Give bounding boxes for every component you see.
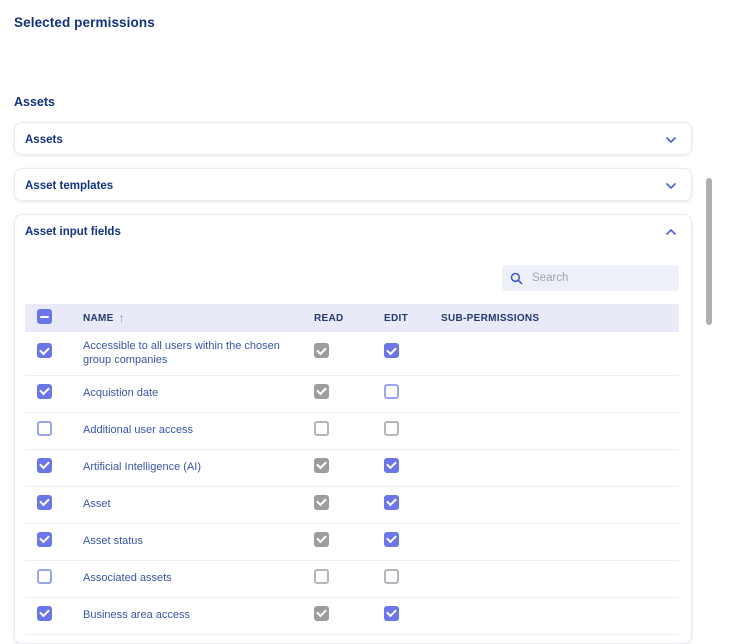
edit-checkbox[interactable] <box>384 531 399 547</box>
table-row: Accessible to all users within the chose… <box>25 332 679 376</box>
column-header-name[interactable]: NAME ↑ <box>83 311 314 325</box>
row-select-checkbox[interactable] <box>37 605 52 621</box>
column-header-sub-permissions: SUB-PERMISSIONS <box>441 312 540 324</box>
accordion-assets: Assets <box>14 122 692 155</box>
table-body: Accessible to all users within the chose… <box>25 332 679 635</box>
row-select-checkbox[interactable] <box>37 568 52 584</box>
table-row: Business area access <box>25 597 679 635</box>
accordion-label: Asset input fields <box>25 225 121 238</box>
accordion-assets-header[interactable]: Assets <box>15 123 691 156</box>
column-header-edit: EDIT <box>384 312 408 324</box>
table-row: Acquistion date <box>25 375 679 413</box>
table-header-row: NAME ↑ READ EDIT SUB-PERMISSIONS <box>25 304 679 332</box>
table-row: Asset status <box>25 523 679 561</box>
row-name: Asset status <box>83 535 143 548</box>
search-input[interactable] <box>530 271 671 285</box>
edit-checkbox[interactable] <box>384 494 399 510</box>
chevron-up-icon <box>666 228 676 235</box>
row-name: Acquistion date <box>83 387 159 400</box>
accordion-asset-templates: Asset templates <box>14 168 692 201</box>
read-checkbox <box>314 343 329 359</box>
row-name: Accessible to all users within the chose… <box>83 340 280 367</box>
row-select-checkbox[interactable] <box>37 494 52 510</box>
sort-asc-icon: ↑ <box>118 311 125 325</box>
edit-checkbox[interactable] <box>384 343 399 359</box>
row-name: Business area access <box>83 609 190 622</box>
edit-checkbox <box>384 420 399 436</box>
vertical-scrollbar-thumb[interactable] <box>706 178 712 325</box>
accordion-asset-input-fields: Asset input fields NAME ↑ READ <box>14 214 692 644</box>
read-checkbox <box>314 605 329 621</box>
row-name: Asset <box>83 498 111 511</box>
read-checkbox <box>314 531 329 547</box>
table-row: Asset <box>25 486 679 524</box>
page-title: Selected permissions <box>14 15 155 30</box>
search-box <box>502 265 679 291</box>
search-icon <box>510 272 523 284</box>
chevron-down-icon <box>666 182 676 189</box>
row-select-checkbox[interactable] <box>37 531 52 547</box>
chevron-down-icon <box>666 136 676 143</box>
read-checkbox <box>314 568 329 584</box>
accordion-asset-input-fields-header[interactable]: Asset input fields <box>15 215 691 248</box>
read-checkbox <box>314 494 329 510</box>
selected-permissions-page: Selected permissions Assets Assets Asset… <box>0 0 737 644</box>
accordion-label: Asset templates <box>25 179 114 192</box>
row-select-checkbox[interactable] <box>37 383 52 399</box>
row-name: Associated assets <box>83 572 172 585</box>
row-name: Additional user access <box>83 424 194 437</box>
edit-checkbox <box>384 568 399 584</box>
row-select-checkbox[interactable] <box>37 457 52 473</box>
row-select-checkbox[interactable] <box>37 343 52 359</box>
accordion-label: Assets <box>25 133 63 146</box>
read-checkbox <box>314 457 329 473</box>
table-row: Associated assets <box>25 560 679 598</box>
read-checkbox <box>314 383 329 399</box>
read-checkbox <box>314 420 329 436</box>
section-title-assets: Assets <box>14 95 55 109</box>
edit-checkbox[interactable] <box>384 605 399 621</box>
select-all-checkbox[interactable] <box>37 309 52 324</box>
edit-checkbox[interactable] <box>384 457 399 473</box>
column-header-read: READ <box>314 312 344 324</box>
edit-checkbox[interactable] <box>384 383 399 399</box>
permissions-table: NAME ↑ READ EDIT SUB-PERMISSIONS Accessi… <box>25 304 679 635</box>
row-select-checkbox[interactable] <box>37 420 52 436</box>
table-row: Additional user access <box>25 412 679 450</box>
row-name: Artificial Intelligence (AI) <box>83 461 201 474</box>
table-row: Artificial Intelligence (AI) <box>25 449 679 487</box>
accordion-asset-templates-header[interactable]: Asset templates <box>15 169 691 202</box>
